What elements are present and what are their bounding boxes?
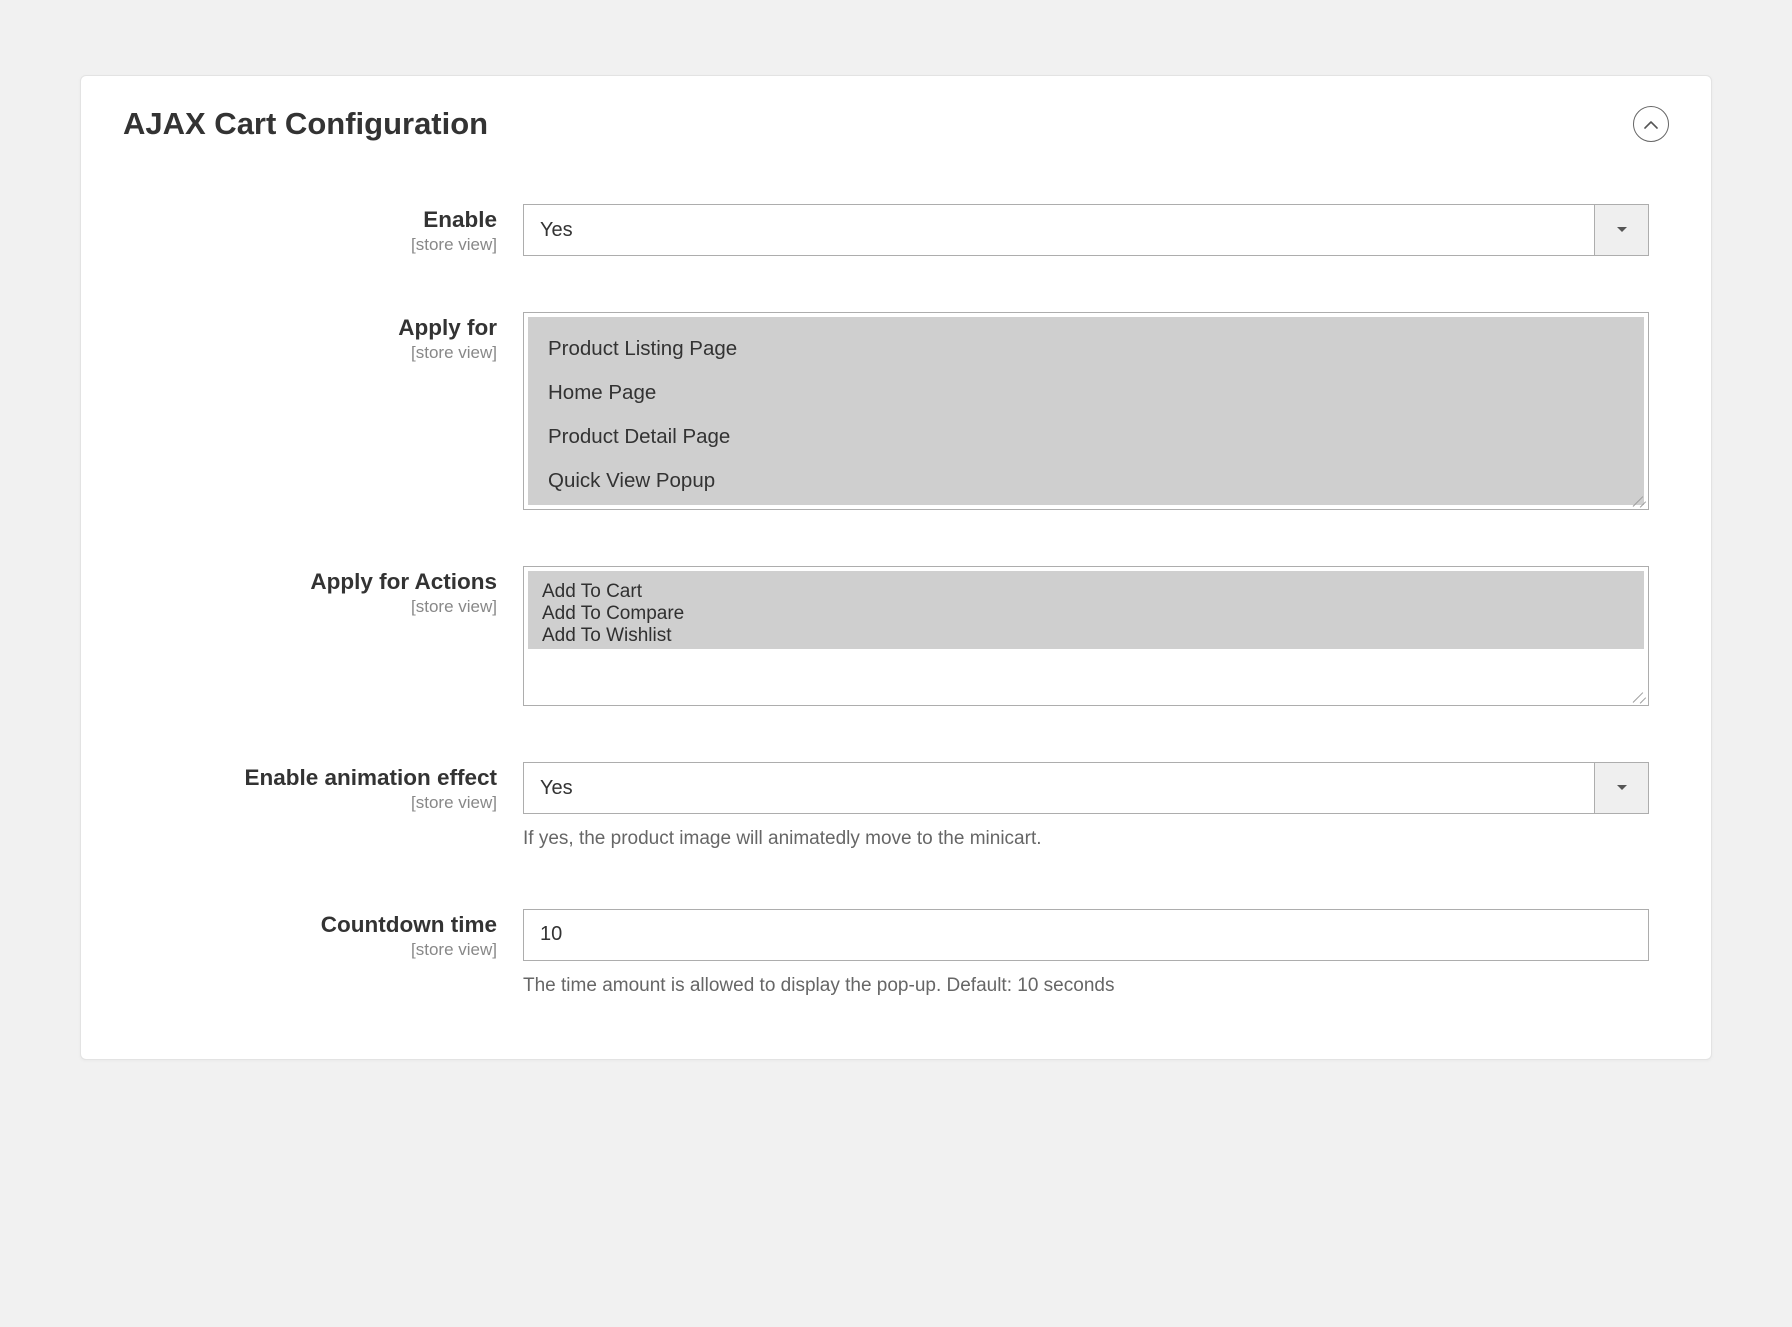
enable-select[interactable]: Yes	[523, 204, 1649, 256]
resize-handle[interactable]	[1632, 689, 1646, 703]
multiselect-option[interactable]: Product Detail Page	[542, 415, 1630, 459]
field-control-col: Add To Cart Add To Compare Add To Wishli…	[523, 566, 1669, 706]
countdown-time-input[interactable]	[523, 909, 1649, 961]
multiselect-option[interactable]: Add To Wishlist	[542, 625, 1630, 647]
multiselect-option[interactable]: Quick View Popup	[542, 459, 1630, 503]
field-label: Apply for	[123, 314, 497, 342]
resize-handle[interactable]	[1632, 493, 1646, 507]
field-control-col: Product Listing Page Home Page Product D…	[523, 312, 1669, 510]
config-panel: AJAX Cart Configuration Enable [store vi…	[80, 75, 1712, 1060]
field-label: Enable animation effect	[123, 764, 497, 792]
field-apply-for-actions: Apply for Actions [store view] Add To Ca…	[123, 566, 1669, 706]
field-enable: Enable [store view] Yes	[123, 204, 1669, 256]
field-label-col: Countdown time [store view]	[123, 909, 523, 961]
field-label-col: Apply for [store view]	[123, 312, 523, 364]
multiselect-blank	[528, 649, 1644, 701]
field-control-col: Yes If yes, the product image will anima…	[523, 762, 1669, 853]
collapse-toggle[interactable]	[1633, 106, 1669, 142]
multiselect-option[interactable]: Home Page	[542, 371, 1630, 415]
enable-animation-select[interactable]: Yes	[523, 762, 1649, 814]
field-countdown-time: Countdown time [store view] The time amo…	[123, 909, 1669, 1000]
field-control-col: Yes	[523, 204, 1669, 256]
select-value: Yes	[524, 777, 1594, 800]
select-arrow-button[interactable]	[1594, 763, 1648, 813]
multiselect-option[interactable]: Add To Cart	[542, 581, 1630, 603]
scope-label: [store view]	[123, 235, 497, 255]
select-value: Yes	[524, 219, 1594, 242]
field-note: If yes, the product image will animatedl…	[523, 826, 1649, 853]
field-label: Countdown time	[123, 911, 497, 939]
chevron-up-icon	[1644, 120, 1658, 129]
field-label: Enable	[123, 206, 497, 234]
apply-for-multiselect[interactable]: Product Listing Page Home Page Product D…	[523, 312, 1649, 510]
caret-down-icon	[1616, 226, 1628, 234]
scope-label: [store view]	[123, 940, 497, 960]
panel-title: AJAX Cart Configuration	[123, 106, 488, 142]
scope-label: [store view]	[123, 597, 497, 617]
field-label-col: Enable animation effect [store view]	[123, 762, 523, 814]
scope-label: [store view]	[123, 793, 497, 813]
caret-down-icon	[1616, 784, 1628, 792]
field-enable-animation: Enable animation effect [store view] Yes…	[123, 762, 1669, 853]
multiselect-option[interactable]: Add To Compare	[542, 603, 1630, 625]
scope-label: [store view]	[123, 343, 497, 363]
panel-header: AJAX Cart Configuration	[123, 106, 1669, 142]
field-control-col: The time amount is allowed to display th…	[523, 909, 1669, 1000]
field-note: The time amount is allowed to display th…	[523, 973, 1649, 1000]
field-label-col: Enable [store view]	[123, 204, 523, 256]
select-arrow-button[interactable]	[1594, 205, 1648, 255]
apply-for-actions-multiselect[interactable]: Add To Cart Add To Compare Add To Wishli…	[523, 566, 1649, 706]
field-label-col: Apply for Actions [store view]	[123, 566, 523, 618]
multiselect-option[interactable]: Product Listing Page	[542, 327, 1630, 371]
field-label: Apply for Actions	[123, 568, 497, 596]
field-apply-for: Apply for [store view] Product Listing P…	[123, 312, 1669, 510]
